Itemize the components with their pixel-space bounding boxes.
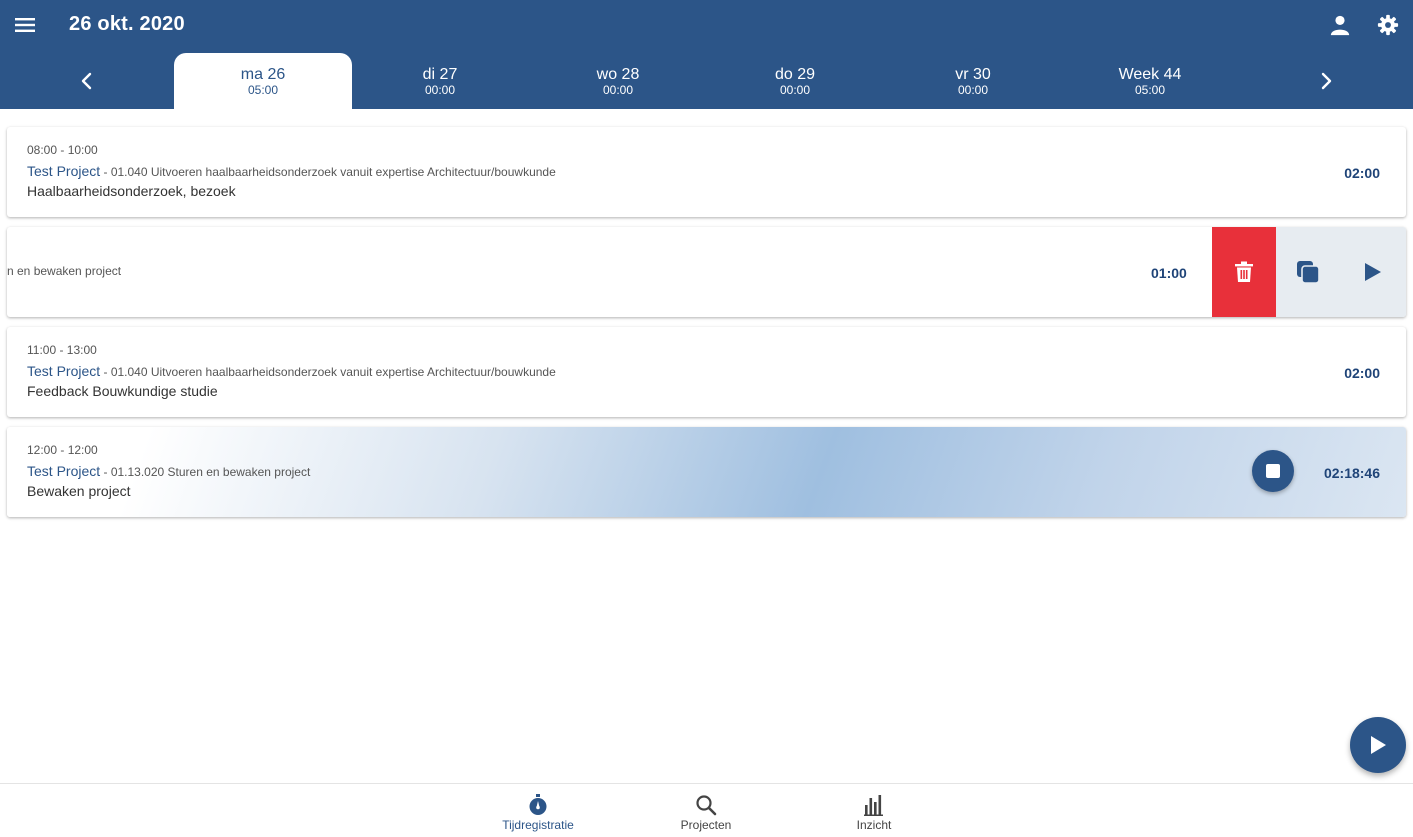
entry-duration: 02:00 [1344, 165, 1380, 181]
nav-label: Inzicht [856, 818, 892, 832]
entry-project-line: Test Project - 01.040 Uitvoeren haalbaar… [27, 163, 556, 179]
app-header: 26 okt. 2020 ma 26 05:00 di 27 00:00 wo … [0, 0, 1413, 109]
nav-tijdregistratie[interactable]: Tijdregistratie [483, 784, 593, 837]
chevron-left-icon [81, 72, 92, 90]
week-total-tab[interactable]: Week 44 05:00 [1061, 53, 1239, 109]
entry-separator: - [100, 365, 111, 379]
entry-time: 11:00 - 13:00 [27, 343, 97, 357]
entry-task: 01.040 Uitvoeren haalbaarheidsonderzoek … [110, 165, 556, 179]
running-time-entry[interactable]: 12:00 - 12:00 Test Project - 01.13.020 S… [7, 427, 1406, 517]
time-entry-swiped[interactable]: n en bewaken project 01:00 [7, 227, 1406, 317]
day-tab-tue[interactable]: di 27 00:00 [351, 53, 529, 109]
gear-icon [1377, 14, 1399, 36]
day-tab-mon[interactable]: ma 26 05:00 [174, 53, 352, 109]
nav-label: Projecten [680, 818, 732, 832]
menu-button[interactable] [10, 10, 40, 40]
entry-description: Haalbaarheidsonderzoek, bezoek [27, 183, 236, 199]
day-tab-label: vr 30 [955, 66, 991, 83]
day-tab-hours: 00:00 [602, 83, 634, 97]
day-tab-thu[interactable]: do 29 00:00 [706, 53, 884, 109]
stop-timer-button[interactable] [1252, 450, 1294, 492]
day-tab-hours: 00:00 [779, 83, 811, 97]
nav-label: Tijdregistratie [502, 818, 574, 832]
entry-running-duration: 02:18:46 [1323, 465, 1380, 481]
search-icon [696, 795, 717, 816]
day-tab-label: do 29 [774, 66, 816, 83]
day-tab-fri[interactable]: vr 30 00:00 [884, 53, 1062, 109]
stop-icon [1266, 464, 1280, 478]
day-tab-hours: 05:00 [247, 83, 279, 97]
entry-project: Test Project [27, 463, 101, 479]
entry-task: 01.040 Uitvoeren haalbaarheidsonderzoek … [110, 365, 556, 379]
start-entry-button[interactable] [1340, 227, 1406, 317]
nav-projecten[interactable]: Projecten [651, 784, 761, 837]
entry-description: Bewaken project [27, 483, 131, 499]
day-tab-label: Week 44 [1118, 66, 1182, 83]
entry-time: 08:00 - 10:00 [27, 143, 98, 157]
bottom-navigation: Tijdregistratie Projecten Inzicht [0, 783, 1413, 836]
entry-task: 01.13.020 Sturen en bewaken project [110, 465, 311, 479]
entry-project-line: Test Project - 01.13.020 Sturen en bewak… [27, 463, 310, 479]
page-title: 26 okt. 2020 [69, 13, 185, 35]
entry-duration: 01:00 [1151, 265, 1187, 281]
bar-chart-icon [864, 795, 883, 816]
day-tab-hours: 05:00 [1134, 83, 1166, 97]
time-entry[interactable]: 08:00 - 10:00 Test Project - 01.040 Uitv… [7, 127, 1406, 217]
entry-task: n en bewaken project [7, 264, 122, 278]
play-icon [1371, 736, 1386, 754]
start-timer-fab[interactable] [1350, 717, 1406, 773]
day-tab-wed[interactable]: wo 28 00:00 [529, 53, 707, 109]
time-entry[interactable]: 11:00 - 13:00 Test Project - 01.040 Uitv… [7, 327, 1406, 417]
stopwatch-icon [529, 794, 547, 815]
day-tab-label: wo 28 [596, 66, 640, 83]
delete-entry-button[interactable] [1212, 227, 1276, 317]
day-tab-hours: 00:00 [957, 83, 989, 97]
user-button[interactable] [1325, 10, 1355, 40]
day-tab-label: ma 26 [240, 66, 286, 83]
previous-week-button[interactable] [71, 66, 101, 96]
trash-icon [1235, 261, 1253, 282]
day-tab-label: di 27 [422, 66, 458, 83]
entry-time: 12:00 - 12:00 [27, 443, 98, 457]
day-tab-hours: 00:00 [424, 83, 456, 97]
entry-project-line: Test Project - 01.040 Uitvoeren haalbaar… [27, 363, 556, 379]
entry-description: Feedback Bouwkundige studie [27, 383, 218, 399]
entry-project: Test Project [27, 363, 101, 379]
play-icon [1365, 263, 1381, 281]
entry-separator: - [100, 465, 111, 479]
menu-icon [15, 18, 35, 32]
nav-inzicht[interactable]: Inzicht [819, 784, 929, 837]
chevron-right-icon [1321, 72, 1332, 90]
settings-button[interactable] [1373, 10, 1403, 40]
next-week-button[interactable] [1312, 66, 1342, 96]
entry-duration: 02:00 [1344, 365, 1380, 381]
user-icon [1330, 15, 1350, 36]
copy-icon [1297, 261, 1320, 284]
entry-project: Test Project [27, 163, 101, 179]
copy-entry-button[interactable] [1276, 227, 1340, 317]
entry-separator: - [100, 165, 111, 179]
